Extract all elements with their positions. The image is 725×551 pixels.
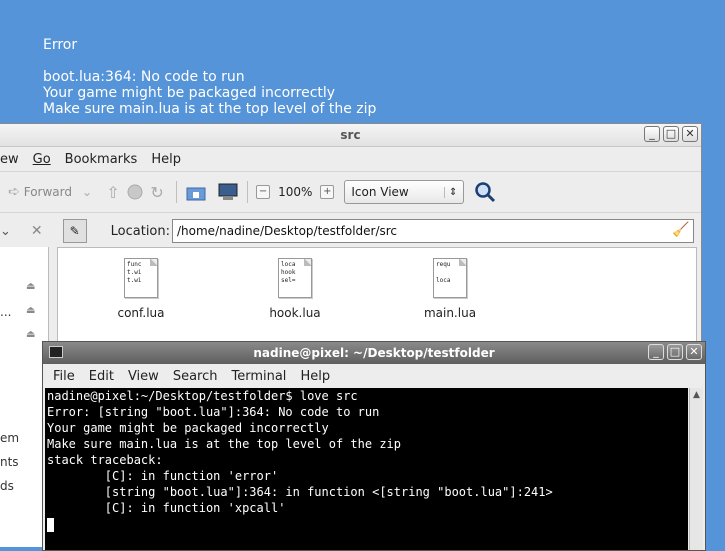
- sidebar-pane: ⏏ ... ⏏ ⏏: [0, 247, 49, 353]
- window-title: src: [340, 128, 361, 142]
- select-arrows-icon: ⇕: [443, 186, 457, 198]
- toolbar-separator: [247, 181, 249, 203]
- menu-view[interactable]: View: [128, 369, 159, 384]
- love-error-message: Error boot.lua:364: No code to run Your …: [43, 37, 376, 117]
- scroll-up-icon[interactable]: ▲: [690, 388, 703, 402]
- menu-edit[interactable]: Edit: [89, 369, 114, 384]
- toolbar: ➪ Forward ⌄ ⇧ ↻ − 100% + Icon View ⇕: [0, 171, 701, 213]
- error-line: Make sure main.lua is at the top level o…: [43, 101, 377, 117]
- sidebar-pane-lower: [0, 353, 42, 547]
- close-button[interactable]: ✕: [686, 344, 702, 360]
- lua-file-icon: requ loca: [433, 258, 467, 298]
- view-mode-value: Icon View: [351, 185, 409, 199]
- close-button[interactable]: ✕: [682, 126, 698, 142]
- text-cursor: [47, 517, 54, 532]
- chevron-down-icon[interactable]: ⌄: [82, 185, 92, 199]
- eject-icon[interactable]: ⏏: [26, 329, 35, 340]
- terminal-scrollbar[interactable]: ▲: [689, 388, 703, 550]
- zoom-out-button[interactable]: −: [256, 185, 271, 199]
- toolbar-separator: [176, 181, 178, 203]
- file-icon-view: func t.wi t.wi conf.lua loca hook sel= h…: [57, 247, 697, 353]
- file-item-conf[interactable]: func t.wi t.wi conf.lua: [101, 258, 181, 320]
- edit-location-button[interactable]: ✎: [62, 219, 87, 243]
- reload-icon[interactable]: ↻: [146, 181, 168, 203]
- error-heading: Error: [43, 37, 78, 53]
- file-item-hook[interactable]: loca hook sel= hook.lua: [255, 258, 335, 320]
- terminal-titlebar[interactable]: nadine@pixel: ~/Desktop/testfolder _ □ ✕: [43, 342, 705, 364]
- minimize-button[interactable]: _: [644, 126, 660, 142]
- sidebar-fragment[interactable]: nts: [0, 455, 19, 469]
- menu-file[interactable]: File: [53, 369, 75, 384]
- terminal-window: nadine@pixel: ~/Desktop/testfolder _ □ ✕…: [42, 341, 706, 551]
- sidebar-fragment[interactable]: ds: [0, 479, 14, 493]
- error-line: boot.lua:364: No code to run: [43, 69, 245, 85]
- location-label: Location:: [110, 223, 171, 239]
- magnifier-icon: [475, 182, 496, 203]
- chevron-down-icon[interactable]: ⌄: [0, 224, 11, 239]
- home-icon[interactable]: [185, 181, 207, 203]
- file-name: conf.lua: [117, 306, 165, 320]
- file-name: main.lua: [423, 306, 477, 320]
- zoom-level: 100%: [278, 185, 313, 199]
- terminal-menubar: File Edit View Search Terminal Help: [43, 364, 705, 388]
- lua-file-icon: loca hook sel=: [278, 258, 312, 298]
- home-folder-icon: [186, 187, 206, 201]
- sidebar-fragment[interactable]: ...: [0, 305, 11, 319]
- menu-help[interactable]: Help: [300, 369, 330, 384]
- menu-terminal[interactable]: Terminal: [231, 369, 286, 384]
- menu-bookmarks[interactable]: Bookmarks: [65, 152, 138, 167]
- file-manager-titlebar[interactable]: src _ □ ✕: [0, 124, 701, 147]
- maximize-button[interactable]: □: [667, 344, 683, 360]
- terminal-line: Make sure main.lua is at the top level o…: [47, 437, 402, 451]
- forward-label: Forward: [23, 185, 72, 199]
- location-input[interactable]: /home/nadine/Desktop/testfolder/src: [172, 219, 694, 243]
- terminal-title: nadine@pixel: ~/Desktop/testfolder: [253, 346, 495, 360]
- terminal-line: Your game might be packaged incorrectly: [47, 421, 329, 435]
- stop-icon[interactable]: [124, 181, 146, 203]
- file-name: hook.lua: [269, 306, 321, 320]
- stop-circle-icon: [127, 184, 143, 200]
- sidebar-fragment[interactable]: em: [0, 431, 19, 445]
- location-bar: ⌄ ✕ ✎ Location: /home/nadine/Desktop/tes…: [0, 213, 701, 249]
- clear-location-icon[interactable]: 🧹: [672, 222, 689, 238]
- terminal-line: [C]: in function 'error': [47, 469, 279, 483]
- monitor-icon: [218, 183, 238, 200]
- forward-button[interactable]: ➪ Forward ⌄: [8, 184, 92, 200]
- forward-arrow-icon: ➪: [8, 184, 20, 200]
- up-icon[interactable]: ⇧: [102, 181, 124, 203]
- menu-view[interactable]: ew: [0, 152, 19, 167]
- cursor-line: [47, 516, 688, 532]
- zoom-in-button[interactable]: +: [320, 185, 335, 199]
- eject-icon[interactable]: ⏏: [26, 305, 35, 316]
- terminal-line: [string "boot.lua"]:364: in function <[s…: [47, 485, 553, 499]
- terminal-line: stack traceback:: [47, 453, 163, 467]
- file-item-main[interactable]: requ loca main.lua: [410, 258, 490, 320]
- menu-help[interactable]: Help: [151, 152, 181, 167]
- terminal-line: Error: [string "boot.lua"]:364: No code …: [47, 405, 380, 419]
- error-line: Your game might be packaged incorrectly: [43, 85, 336, 101]
- maximize-button[interactable]: □: [663, 126, 679, 142]
- computer-icon[interactable]: [217, 181, 239, 203]
- terminal-line: nadine@pixel:~/Desktop/testfolder$ love …: [47, 389, 358, 403]
- view-mode-select[interactable]: Icon View ⇕: [344, 180, 465, 204]
- terminal-screen[interactable]: nadine@pixel:~/Desktop/testfolder$ love …: [45, 388, 688, 550]
- terminal-line: [C]: in function 'xpcall': [47, 501, 286, 515]
- lua-file-icon: func t.wi t.wi: [124, 258, 158, 298]
- eject-icon[interactable]: ⏏: [26, 281, 35, 292]
- search-icon[interactable]: [474, 181, 496, 203]
- menubar: ew Go Bookmarks Help: [0, 147, 701, 171]
- menu-search[interactable]: Search: [173, 369, 218, 384]
- menu-go[interactable]: Go: [33, 152, 51, 167]
- minimize-button[interactable]: _: [648, 344, 664, 360]
- close-pane-icon[interactable]: ✕: [31, 223, 43, 239]
